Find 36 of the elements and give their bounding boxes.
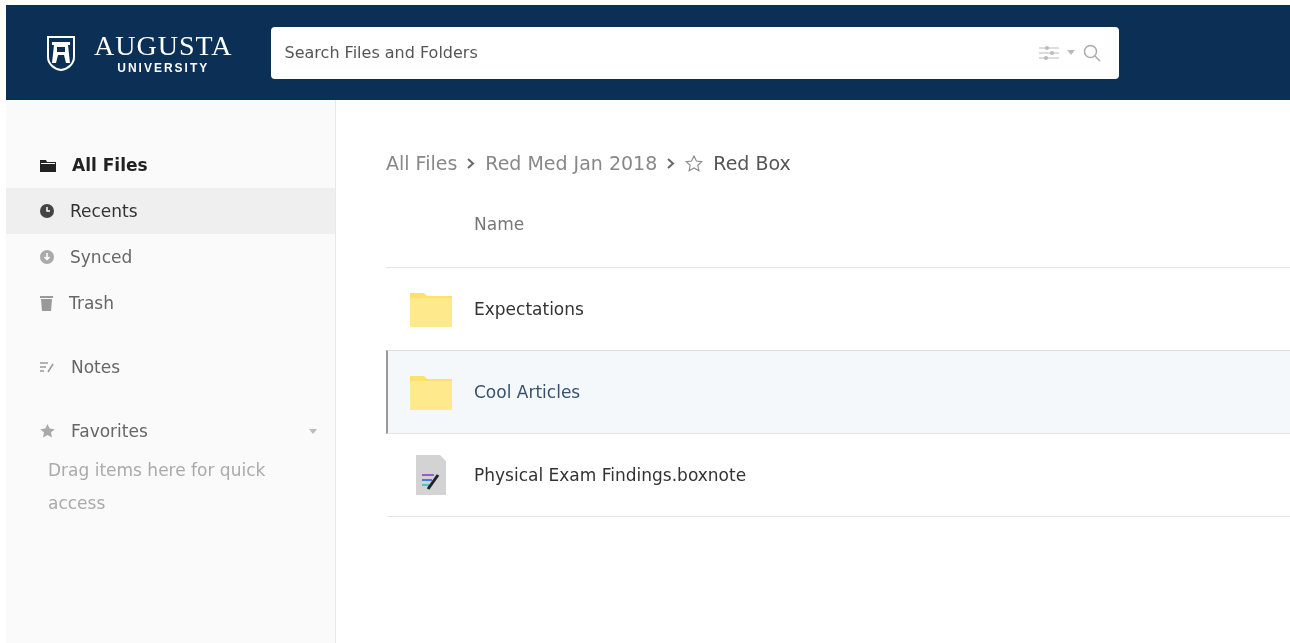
caret-icon[interactable] [309, 428, 317, 434]
logo-title: AUGUSTA [94, 30, 233, 61]
chevron-icon [667, 157, 676, 169]
folder-icon [408, 374, 454, 410]
folder-icon [408, 291, 454, 327]
caret-icon[interactable] [1066, 50, 1075, 55]
folder-icon [40, 158, 56, 172]
file-name: Expectations [474, 299, 584, 319]
favorites-hint: Drag items here for quick access [47, 459, 267, 515]
clock-icon [40, 204, 54, 218]
logo-subtitle: UNIVERSITY [117, 60, 210, 75]
notes-icon [40, 361, 55, 373]
favorites-item[interactable]: Favorites [6, 408, 335, 454]
search-field[interactable]: Search Files and Folders [282, 42, 1031, 63]
star-outline-icon[interactable] [685, 154, 704, 172]
file-row[interactable]: Physical Exam Findings.boxnote [386, 434, 1290, 517]
file-name: Physical Exam Findings.boxnote [474, 465, 747, 485]
breadcrumb-link[interactable]: All Files [386, 152, 458, 174]
sidebar-item[interactable]: Recents [6, 188, 335, 234]
column-header[interactable]: Name [474, 214, 525, 234]
note-file-icon [414, 453, 448, 497]
sidebar-item[interactable]: All Files [6, 142, 335, 188]
file-name: Cool Articles [474, 382, 581, 402]
shield-logo-icon [46, 34, 76, 71]
notes-item[interactable]: Notes [6, 344, 335, 390]
sidebar-item[interactable]: Synced [6, 234, 335, 280]
search-icon[interactable] [1082, 43, 1101, 62]
sidebar-item[interactable]: Trash [6, 280, 335, 326]
download-icon [40, 250, 54, 264]
star-icon [40, 424, 55, 438]
file-row[interactable]: Cool Articles [386, 350, 1290, 434]
breadcrumb-link[interactable]: Red Med Jan 2018 [485, 152, 658, 174]
search-bar[interactable]: Search Files and Folders [270, 26, 1119, 79]
filter-sliders-icon[interactable] [1038, 45, 1059, 60]
chevron-icon [467, 157, 476, 169]
trash-icon [40, 295, 53, 311]
